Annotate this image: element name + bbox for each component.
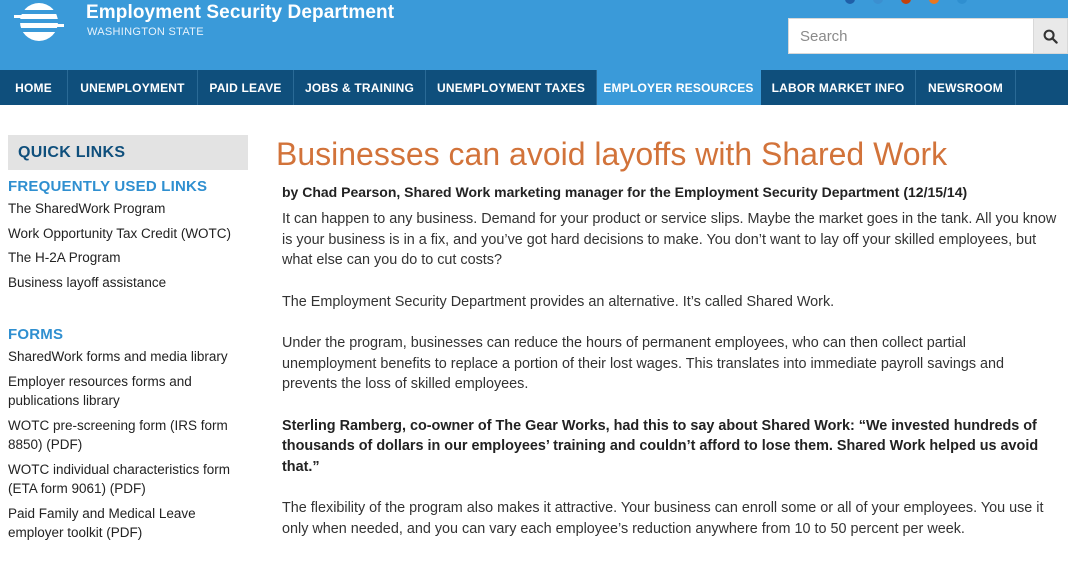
- quick-links-sidebar: QUICK LINKS FREQUENTLY USED LINKS The Sh…: [8, 135, 248, 548]
- sidebar-link-h2a-program[interactable]: The H-2A Program: [8, 248, 248, 268]
- nav-paid-leave[interactable]: PAID LEAVE: [198, 70, 294, 105]
- sidebar-link-wotc[interactable]: Work Opportunity Tax Credit (WOTC): [8, 224, 248, 244]
- sidebar-link-sharedwork-program[interactable]: The SharedWork Program: [8, 199, 248, 219]
- social-icon[interactable]: [901, 0, 911, 4]
- nav-unemployment[interactable]: UNEMPLOYMENT: [68, 70, 198, 105]
- site-title[interactable]: Employment Security Department: [86, 2, 394, 24]
- article-paragraph: Under the program, businesses can reduce…: [282, 335, 1005, 392]
- article-byline: by Chad Pearson, Shared Work marketing m…: [282, 184, 968, 200]
- nav-jobs-training[interactable]: JOBS & TRAINING: [294, 70, 426, 105]
- search-icon: [1043, 29, 1058, 44]
- page-title: Businesses can avoid layoffs with Shared…: [276, 136, 948, 172]
- forms-links-list: SharedWork forms and media library Emplo…: [8, 347, 248, 543]
- site-subtitle: WASHINGTON STATE: [87, 26, 204, 38]
- social-icons: [845, 0, 967, 4]
- sidebar-link-wotc-9061[interactable]: WOTC individual characteristics form (ET…: [8, 460, 248, 499]
- social-icon[interactable]: [845, 0, 855, 4]
- social-icon[interactable]: [929, 0, 939, 4]
- nav-labor-market-info[interactable]: LABOR MARKET INFO: [761, 70, 916, 105]
- sidebar-link-wotc-8850[interactable]: WOTC pre-screening form (IRS form 8850) …: [8, 416, 248, 455]
- sidebar-link-layoff-assistance[interactable]: Business layoff assistance: [8, 273, 248, 293]
- nav-employer-resources[interactable]: EMPLOYER RESOURCES: [597, 70, 761, 105]
- search-box: [788, 18, 1068, 54]
- article: Businesses can avoid layoffs with Shared…: [276, 132, 1062, 539]
- site-header: Employment Security Department WASHINGTO…: [0, 0, 1068, 70]
- quick-links-heading: QUICK LINKS: [8, 135, 248, 170]
- frequent-links-list: The SharedWork Program Work Opportunity …: [8, 199, 248, 292]
- article-paragraph: The Employment Security Department provi…: [282, 293, 835, 310]
- sidebar-link-sharedwork-forms[interactable]: SharedWork forms and media library: [8, 347, 248, 367]
- nav-newsroom[interactable]: NEWSROOM: [916, 70, 1016, 105]
- main-nav: HOME UNEMPLOYMENT PAID LEAVE JOBS & TRAI…: [0, 70, 1068, 105]
- nav-home[interactable]: HOME: [0, 70, 68, 105]
- article-quote: Sterling Ramberg, co-owner of The Gear W…: [282, 417, 1039, 475]
- search-input[interactable]: [789, 19, 1033, 53]
- esd-logo-icon[interactable]: [10, 2, 68, 42]
- article-paragraph: The flexibility of the program also make…: [282, 500, 1044, 537]
- sidebar-link-employer-forms[interactable]: Employer resources forms and publication…: [8, 372, 248, 411]
- social-icon[interactable]: [873, 0, 883, 4]
- nav-unemployment-taxes[interactable]: UNEMPLOYMENT TAXES: [426, 70, 597, 105]
- sidebar-link-pfml-toolkit[interactable]: Paid Family and Medical Leave employer t…: [8, 504, 248, 543]
- forms-heading: FORMS: [8, 326, 64, 343]
- social-icon[interactable]: [957, 0, 967, 4]
- article-paragraph: It can happen to any business. Demand fo…: [282, 211, 1057, 268]
- search-button[interactable]: [1033, 19, 1067, 53]
- frequent-links-heading: FREQUENTLY USED LINKS: [8, 178, 208, 195]
